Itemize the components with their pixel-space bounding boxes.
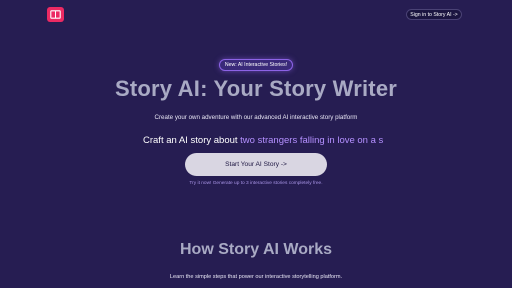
how-it-works-subtitle: Learn the simple steps that power our in… (169, 274, 343, 280)
story-prompt-line: Craft an AI story about two strangers fa… (143, 135, 383, 146)
book-icon (50, 10, 61, 19)
logo[interactable] (47, 7, 64, 22)
typed-prompt: two strangers falling in love on a space… (240, 135, 383, 146)
craft-prefix: Craft an AI story about (143, 135, 238, 146)
page-title: Story AI: Your Story Writer (114, 76, 398, 101)
start-story-button[interactable]: Start Your AI Story -> (185, 153, 327, 176)
how-it-works-title: How Story AI Works (179, 241, 333, 258)
signin-button[interactable]: Sign in to Story AI -> (406, 9, 462, 20)
free-trial-note: Try it now! Generate up to 3 interactive… (189, 181, 323, 186)
new-feature-badge[interactable]: New: AI Interactive Stories! (219, 59, 293, 71)
hero-subtitle: Create your own adventure with our advan… (154, 114, 358, 121)
